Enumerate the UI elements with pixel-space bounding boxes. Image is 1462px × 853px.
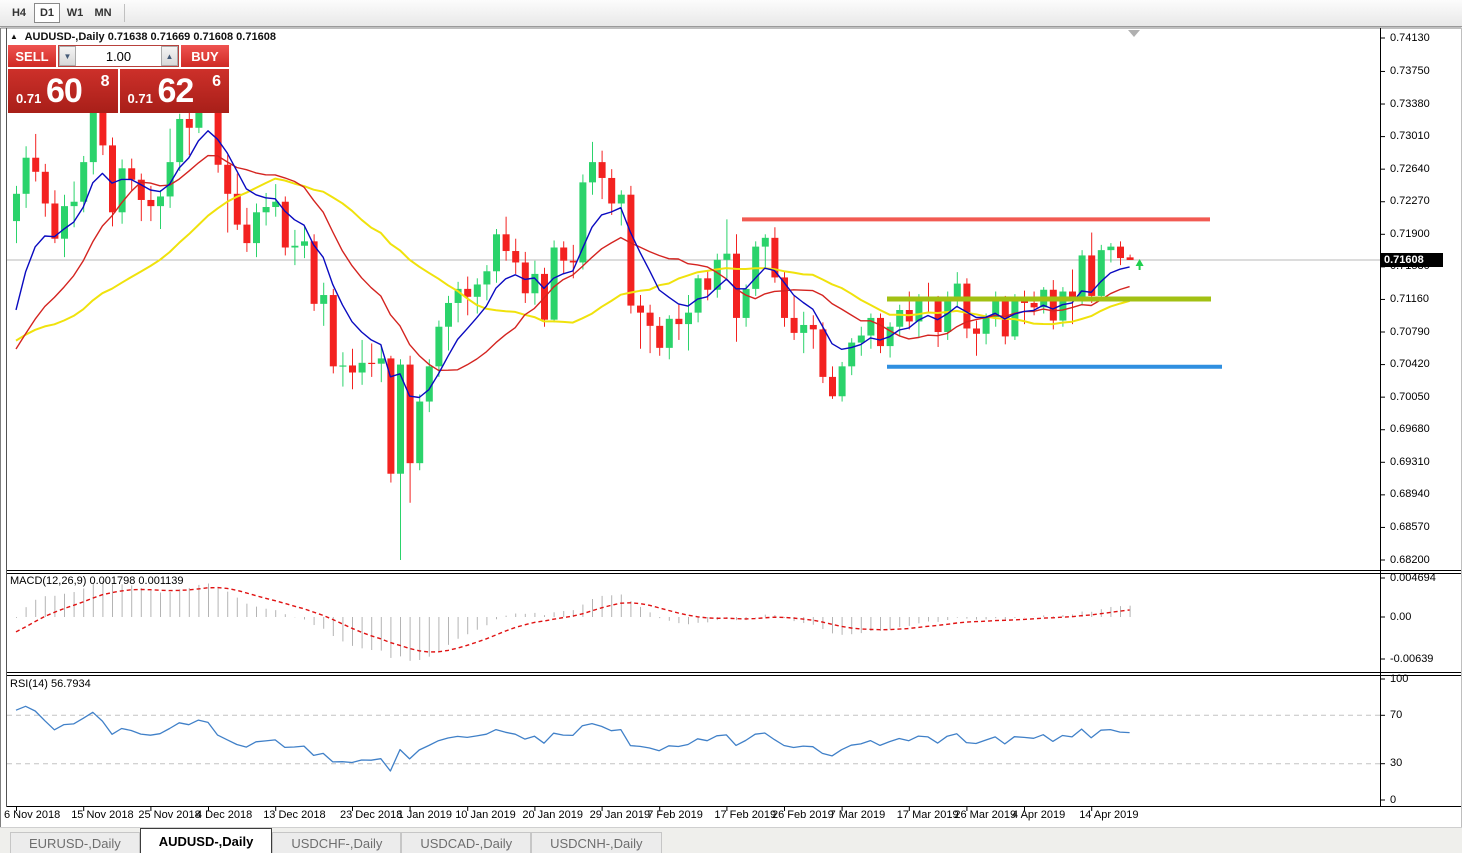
date-axis-tick: 7 Feb 2019 [647,809,703,821]
volume-decrease-button[interactable]: ▼ [59,46,76,66]
date-axis-tick: 23 Dec 2018 [340,809,402,821]
one-click-trading-panel: SELL ▼ 1.00 ▲ BUY 0.71 60 8 0.71 62 6 [8,45,229,113]
price-axis-tick: 0.72640 [1390,163,1430,175]
tab-usdcnh[interactable]: USDCNH-,Daily [531,832,661,853]
rsi-axis-tick: 70 [1390,709,1402,721]
date-axis-tick: 4 Apr 2019 [1012,809,1065,821]
sell-price-prefix: 0.71 [16,91,41,106]
macd-axis-tick: 0.00 [1390,611,1411,623]
date-axis-tick: 14 Apr 2019 [1079,809,1138,821]
price-axis-tick: 0.70420 [1390,358,1430,370]
date-axis-tick: 26 Feb 2019 [772,809,834,821]
macd-axis-tick: -0.00639 [1390,653,1433,665]
price-axis-tick: 0.71160 [1390,293,1429,305]
date-axis-tick: 10 Jan 2019 [455,809,516,821]
date-axis-tick: 7 Mar 2019 [830,809,886,821]
chart-ohlc-values: 0.71638 0.71669 0.71608 0.71608 [108,31,276,43]
date-axis-tick: 29 Jan 2019 [590,809,651,821]
buy-price-prefix: 0.71 [128,91,153,106]
tab-audusd[interactable]: AUDUSD-,Daily [140,828,273,853]
price-axis-tick: 0.71900 [1390,228,1430,240]
buy-price-button[interactable]: 0.71 62 6 [120,69,230,113]
chart-canvas[interactable] [0,0,1462,853]
current-price-tag: 0.71608 [1381,253,1443,267]
buy-button[interactable]: BUY [181,45,229,67]
sell-button[interactable]: SELL [8,45,56,67]
date-axis-tick: 4 Dec 2018 [196,809,252,821]
volume-spinner: ▼ 1.00 ▲ [58,45,179,67]
price-axis-tick: 0.70050 [1390,391,1430,403]
date-axis-tick: 15 Nov 2018 [71,809,133,821]
price-axis-tick: 0.68200 [1390,554,1430,566]
price-axis-tick: 0.73010 [1390,130,1430,142]
macd-axis-tick: 0.004694 [1390,572,1436,584]
sell-price-pip: 8 [101,73,110,91]
rsi-axis-tick: 100 [1390,673,1408,685]
date-axis-tick: 13 Dec 2018 [263,809,325,821]
symbol-marker-icon: ▲ [10,32,18,41]
buy-price-big: 62 [158,72,194,111]
date-axis-tick: 17 Feb 2019 [714,809,776,821]
rsi-axis-tick: 0 [1390,794,1396,806]
rsi-label: RSI(14) 56.7934 [10,678,91,690]
date-axis-tick: 25 Nov 2018 [138,809,200,821]
price-axis-tick: 0.73750 [1390,65,1430,77]
price-axis-tick: 0.68570 [1390,521,1430,533]
date-axis-tick: 17 Mar 2019 [897,809,959,821]
rsi-value: 56.7934 [51,678,91,690]
volume-input[interactable]: 1.00 [76,46,161,66]
price-axis-tick: 0.74130 [1390,32,1430,44]
buy-price-pip: 6 [212,73,221,91]
chart-shift-marker-icon [1128,30,1140,37]
date-axis-tick: 1 Jan 2019 [398,809,452,821]
macd-values: 0.001798 0.001139 [89,575,183,587]
tab-usdcad[interactable]: USDCAD-,Daily [401,832,531,853]
price-axis-tick: 0.69680 [1390,423,1430,435]
price-axis-tick: 0.68940 [1390,488,1430,500]
price-axis-tick: 0.70790 [1390,326,1430,338]
chart-symbol-label: AUDUSD-,Daily [25,31,105,43]
volume-increase-button[interactable]: ▲ [161,46,178,66]
date-axis-tick: 26 Mar 2019 [954,809,1016,821]
symbol-tab-bar: EURUSD-,DailyAUDUSD-,DailyUSDCHF-,DailyU… [0,827,1462,853]
macd-label: MACD(12,26,9) 0.001798 0.001139 [10,575,183,587]
tab-eurusd[interactable]: EURUSD-,Daily [10,832,140,853]
chart-title: ▲ AUDUSD-,Daily 0.71638 0.71669 0.71608 … [10,31,276,43]
rsi-axis-tick: 30 [1390,757,1402,769]
price-axis-tick: 0.73380 [1390,98,1430,110]
price-axis-tick: 0.69310 [1390,456,1430,468]
date-axis-tick: 20 Jan 2019 [522,809,583,821]
trading-platform-window: H4D1W1MN ▲ AUDUSD-,Daily 0.71638 0.71669… [0,0,1462,853]
sell-price-button[interactable]: 0.71 60 8 [8,69,118,113]
sell-price-big: 60 [46,72,82,111]
price-axis-tick: 0.72270 [1390,195,1430,207]
date-axis-tick: 6 Nov 2018 [4,809,60,821]
tab-usdchf[interactable]: USDCHF-,Daily [272,832,401,853]
